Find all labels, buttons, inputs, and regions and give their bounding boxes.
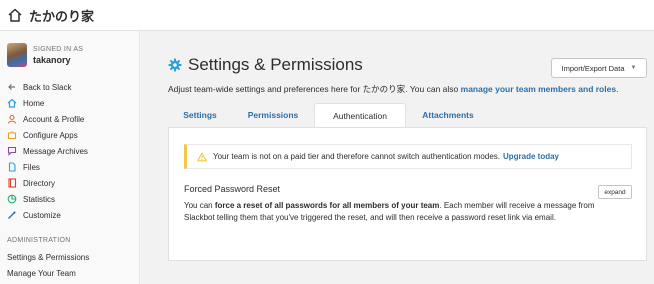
administration-label: ADMINISTRATION bbox=[7, 237, 71, 244]
avatar bbox=[7, 43, 27, 67]
desc-prefix: You can bbox=[184, 201, 215, 210]
user-icon bbox=[7, 114, 17, 124]
sidebar-item-label: Customize bbox=[23, 210, 61, 220]
page-title: Settings & Permissions bbox=[188, 55, 363, 74]
sidebar-item-label: Statistics bbox=[23, 194, 56, 204]
caret-down-icon: ▼ bbox=[630, 65, 637, 71]
warning-icon bbox=[197, 151, 207, 162]
sidebar-item-label: Back to Slack bbox=[23, 82, 72, 92]
sidebar-item-home[interactable]: Home bbox=[7, 95, 137, 111]
user-block: SIGNED IN AS takanory bbox=[7, 43, 83, 67]
import-export-button[interactable]: Import/Export Data ▼ bbox=[551, 58, 647, 78]
book-icon bbox=[7, 178, 17, 188]
authentication-panel: Your team is not on a paid tier and ther… bbox=[168, 127, 647, 261]
section-description: You can force a reset of all passwords f… bbox=[184, 200, 599, 224]
sidebar-item-settings-permissions[interactable]: Settings & Permissions bbox=[7, 249, 89, 265]
file-icon bbox=[7, 162, 17, 172]
sidebar-item-label: Files bbox=[23, 162, 40, 172]
team-title[interactable]: たかのり家 bbox=[29, 6, 94, 25]
expand-button[interactable]: expand bbox=[598, 185, 632, 199]
puzzle-icon bbox=[7, 130, 17, 140]
sidebar-item-label: Directory bbox=[23, 178, 56, 188]
sidebar-item-back-to-slack[interactable]: Back to Slack bbox=[7, 79, 137, 95]
section-title: Forced Password Reset bbox=[184, 184, 281, 194]
upgrade-alert: Your team is not on a paid tier and ther… bbox=[184, 144, 632, 169]
sidebar-item-customize[interactable]: Customize bbox=[7, 207, 137, 223]
import-export-label: Import/Export Data bbox=[561, 63, 625, 73]
tab-permissions[interactable]: Permissions bbox=[232, 103, 314, 127]
tab-authentication[interactable]: Authentication bbox=[314, 103, 406, 127]
tab-attachments[interactable]: Attachments bbox=[406, 103, 490, 127]
desc-bold: force a reset of all passwords for all m… bbox=[214, 201, 440, 210]
subtitle-prefix: Adjust team-wide settings and preference… bbox=[168, 84, 363, 94]
arrow-left-icon bbox=[7, 82, 17, 92]
sidebar-item-label: Home bbox=[23, 98, 45, 108]
subtitle-middle: . You can also bbox=[405, 84, 461, 94]
top-bar: たかのり家 bbox=[0, 0, 654, 31]
home-icon[interactable] bbox=[7, 7, 23, 23]
sidebar-item-statistics[interactable]: Statistics bbox=[7, 191, 137, 207]
tab-settings[interactable]: Settings bbox=[168, 103, 232, 127]
username: takanory bbox=[33, 54, 71, 65]
chart-icon bbox=[7, 194, 17, 204]
page-header: Settings & Permissions bbox=[168, 55, 363, 75]
sidebar-item-files[interactable]: Files bbox=[7, 159, 137, 175]
sidebar-nav: Back to Slack Home Account & Profile Con… bbox=[7, 79, 137, 223]
alert-text: Your team is not on a paid tier and ther… bbox=[213, 152, 500, 161]
gear-icon bbox=[168, 58, 182, 72]
wand-icon bbox=[7, 210, 17, 220]
upgrade-link[interactable]: Upgrade today bbox=[503, 152, 559, 161]
sidebar: SIGNED IN AS takanory Back to Slack Home… bbox=[0, 31, 140, 284]
page-subtitle: Adjust team-wide settings and preference… bbox=[168, 83, 618, 95]
chat-icon bbox=[7, 146, 17, 156]
admin-nav: Settings & Permissions Manage Your Team bbox=[7, 249, 89, 281]
subtitle-suffix: . bbox=[616, 84, 619, 94]
sidebar-item-configure-apps[interactable]: Configure Apps bbox=[7, 127, 137, 143]
signed-in-label: SIGNED IN AS bbox=[33, 45, 84, 53]
sidebar-item-label: Configure Apps bbox=[23, 130, 78, 140]
main-content: Settings & Permissions Import/Export Dat… bbox=[141, 31, 654, 284]
manage-members-link[interactable]: manage your team members and roles bbox=[461, 84, 616, 94]
subtitle-team: たかのり家 bbox=[362, 84, 406, 94]
sidebar-item-manage-team[interactable]: Manage Your Team bbox=[7, 265, 89, 281]
home-icon bbox=[7, 98, 17, 108]
sidebar-item-label: Message Archives bbox=[23, 146, 88, 156]
settings-tabs: Settings Permissions Authentication Atta… bbox=[168, 103, 647, 127]
sidebar-item-directory[interactable]: Directory bbox=[7, 175, 137, 191]
sidebar-item-message-archives[interactable]: Message Archives bbox=[7, 143, 137, 159]
sidebar-item-account-profile[interactable]: Account & Profile bbox=[7, 111, 137, 127]
sidebar-item-label: Account & Profile bbox=[23, 114, 85, 124]
